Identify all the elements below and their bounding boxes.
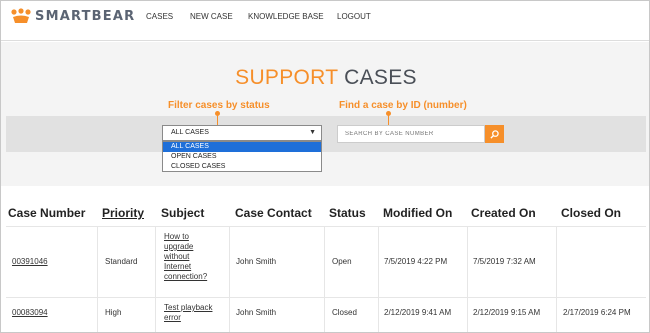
- filter-callout: Filter cases by status: [168, 100, 270, 111]
- header-modified-on[interactable]: Modified On: [383, 206, 452, 220]
- column-divider: [324, 226, 325, 332]
- header-priority[interactable]: Priority: [102, 206, 144, 220]
- header-case-contact[interactable]: Case Contact: [235, 206, 312, 220]
- modified-cell: 2/12/2019 9:41 AM: [384, 308, 452, 317]
- search-panel: SUPPORT CASES: [1, 42, 649, 186]
- row-divider: [6, 226, 646, 227]
- search-callout: Find a case by ID (number): [339, 100, 467, 111]
- priority-cell: Standard: [105, 257, 138, 266]
- column-divider: [467, 226, 468, 332]
- column-divider: [378, 226, 379, 332]
- nav-logout[interactable]: LOGOUT: [337, 12, 371, 21]
- column-divider: [229, 226, 230, 332]
- case-number-link[interactable]: 00083094: [12, 308, 48, 317]
- case-number-link[interactable]: 00391046: [12, 257, 48, 266]
- contact-cell: John Smith: [236, 308, 277, 317]
- filter-bar: [6, 116, 646, 152]
- status-option-closed[interactable]: CLOSED CASES: [163, 162, 321, 172]
- nav-new-case[interactable]: NEW CASE: [190, 12, 233, 21]
- header-subject[interactable]: Subject: [161, 206, 204, 220]
- search-icon: [490, 129, 499, 139]
- app-frame: SMARTBEAR CASES NEW CASE KNOWLEDGE BASE …: [0, 0, 650, 333]
- filter-callout-dot: [215, 111, 220, 116]
- subject-link[interactable]: Test playback error: [164, 303, 212, 323]
- chevron-down-icon[interactable]: ▼: [309, 129, 316, 136]
- header-closed-on[interactable]: Closed On: [561, 206, 621, 220]
- page-title-accent: SUPPORT: [235, 66, 338, 89]
- top-nav: SMARTBEAR CASES NEW CASE KNOWLEDGE BASE …: [1, 1, 649, 41]
- status-filter-dropdown: ALL CASES OPEN CASES CLOSED CASES: [162, 141, 322, 172]
- status-option-open[interactable]: OPEN CASES: [163, 152, 321, 162]
- header-created-on[interactable]: Created On: [471, 206, 536, 220]
- status-filter-select[interactable]: ALL CASES ▼: [162, 125, 322, 141]
- header-status[interactable]: Status: [329, 206, 366, 220]
- nav-knowledge-base[interactable]: KNOWLEDGE BASE: [248, 12, 324, 21]
- column-divider: [97, 226, 98, 332]
- brand-name[interactable]: SMARTBEAR: [35, 9, 135, 24]
- modified-cell: 7/5/2019 4:22 PM: [384, 257, 448, 266]
- page-title: SUPPORT CASES: [1, 66, 649, 90]
- status-cell: Open: [332, 257, 352, 266]
- column-divider: [155, 226, 156, 332]
- nav-cases[interactable]: CASES: [146, 12, 173, 21]
- column-divider: [556, 226, 557, 332]
- contact-cell: John Smith: [236, 257, 277, 266]
- smartbear-logo-icon[interactable]: [9, 8, 33, 24]
- status-filter-value: ALL CASES: [171, 129, 209, 136]
- search-button[interactable]: [485, 125, 504, 143]
- status-option-all[interactable]: ALL CASES: [163, 142, 321, 152]
- created-cell: 7/5/2019 7:32 AM: [473, 257, 536, 266]
- status-cell: Closed: [332, 308, 357, 317]
- search-callout-dot: [386, 111, 391, 116]
- cases-table: Case Number Priority Subject Case Contac…: [1, 186, 649, 332]
- page-title-rest: CASES: [344, 66, 417, 89]
- created-cell: 2/12/2019 9:15 AM: [473, 308, 541, 317]
- case-search-input[interactable]: [337, 125, 485, 143]
- row-divider: [6, 297, 646, 298]
- priority-cell: High: [105, 308, 122, 317]
- closed-cell: 2/17/2019 6:24 PM: [563, 308, 631, 317]
- subject-link[interactable]: How to upgrade without Internet connecti…: [164, 232, 207, 282]
- header-case-number[interactable]: Case Number: [8, 206, 85, 220]
